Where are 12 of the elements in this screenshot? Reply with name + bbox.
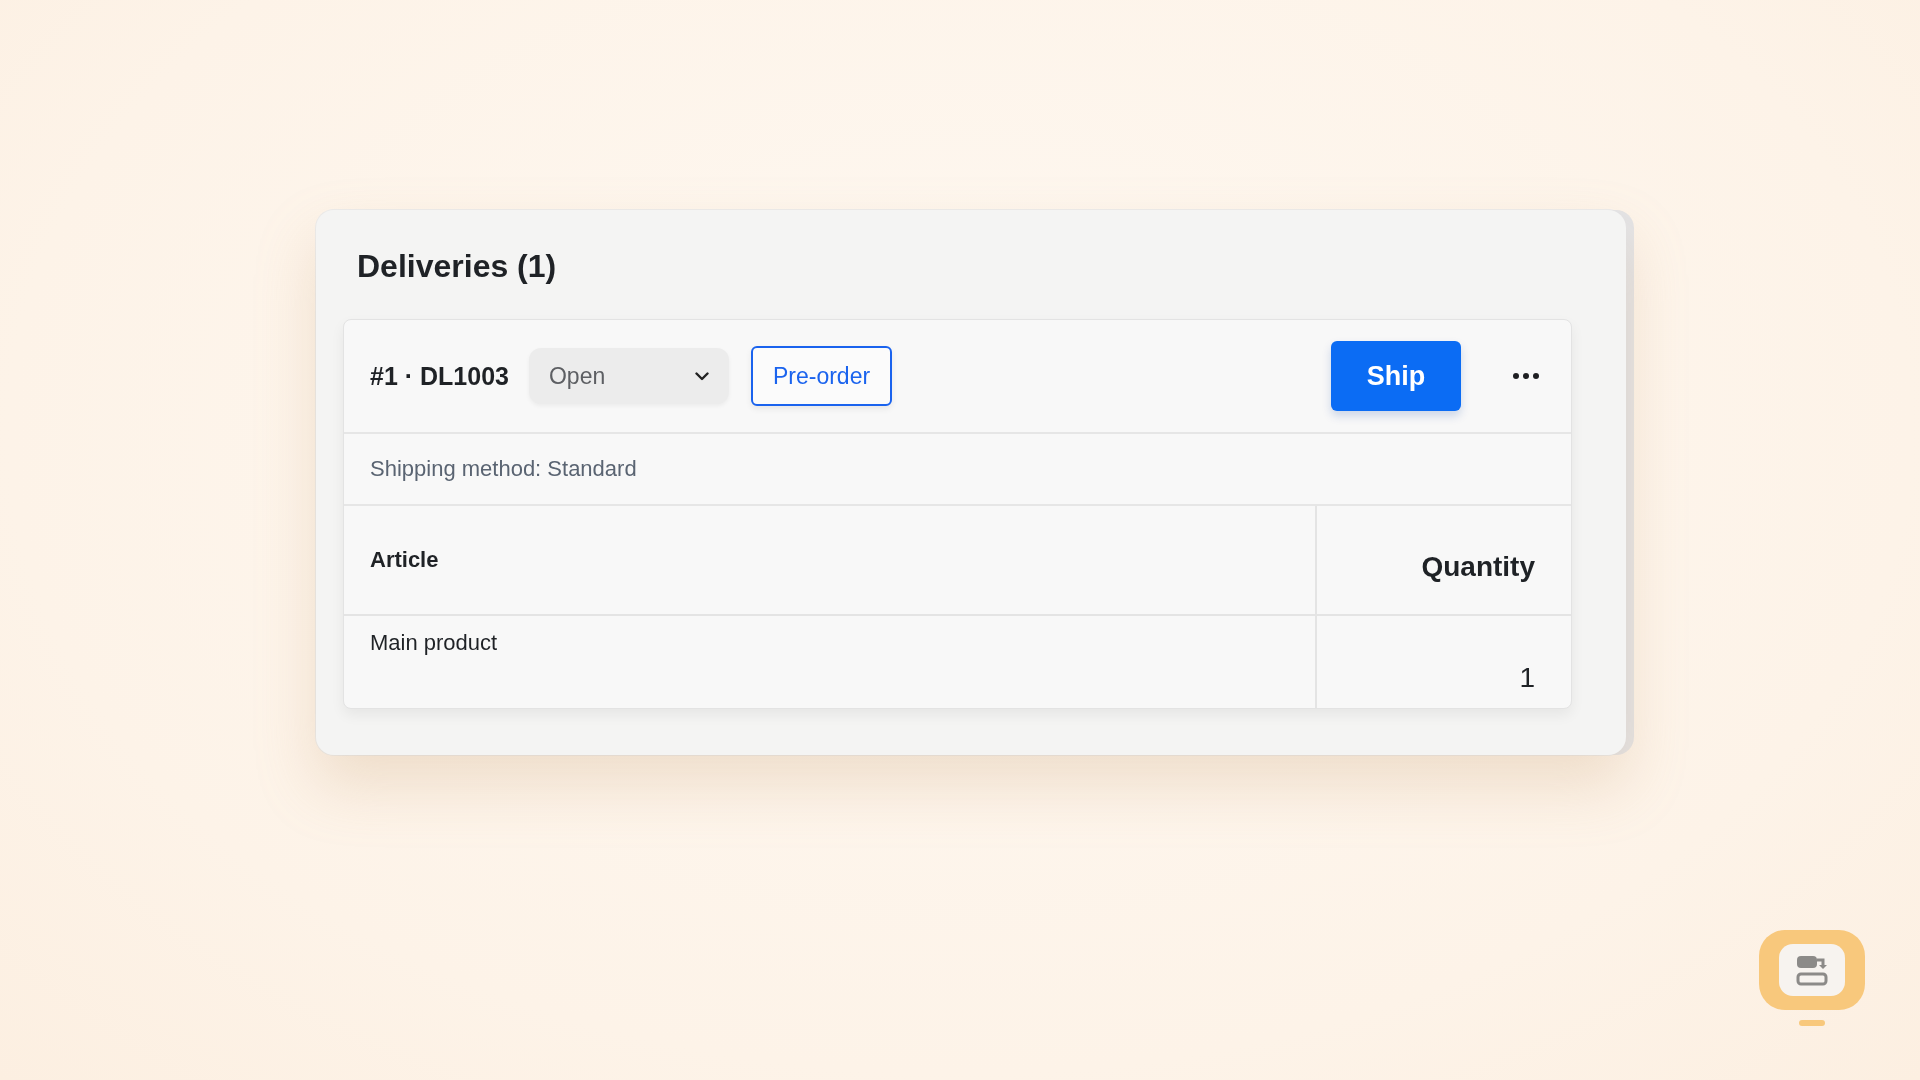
shipping-method-text: Shipping method: Standard <box>370 456 637 482</box>
pre-order-button[interactable]: Pre-order <box>750 346 893 406</box>
ship-button[interactable]: Ship <box>1331 341 1461 411</box>
status-select[interactable]: Open <box>528 348 729 404</box>
table-cell: 1 <box>1519 662 1535 694</box>
chevron-down-icon <box>694 371 709 381</box>
table-cell: Main product <box>370 630 498 656</box>
column-header: Quantity <box>1421 551 1535 583</box>
section-title: Deliveries (1) <box>357 248 558 285</box>
delivery-label: #1 · DL1003 <box>370 361 509 391</box>
column-header: Article <box>370 547 439 573</box>
app-logo-icon <box>1757 928 1867 1028</box>
